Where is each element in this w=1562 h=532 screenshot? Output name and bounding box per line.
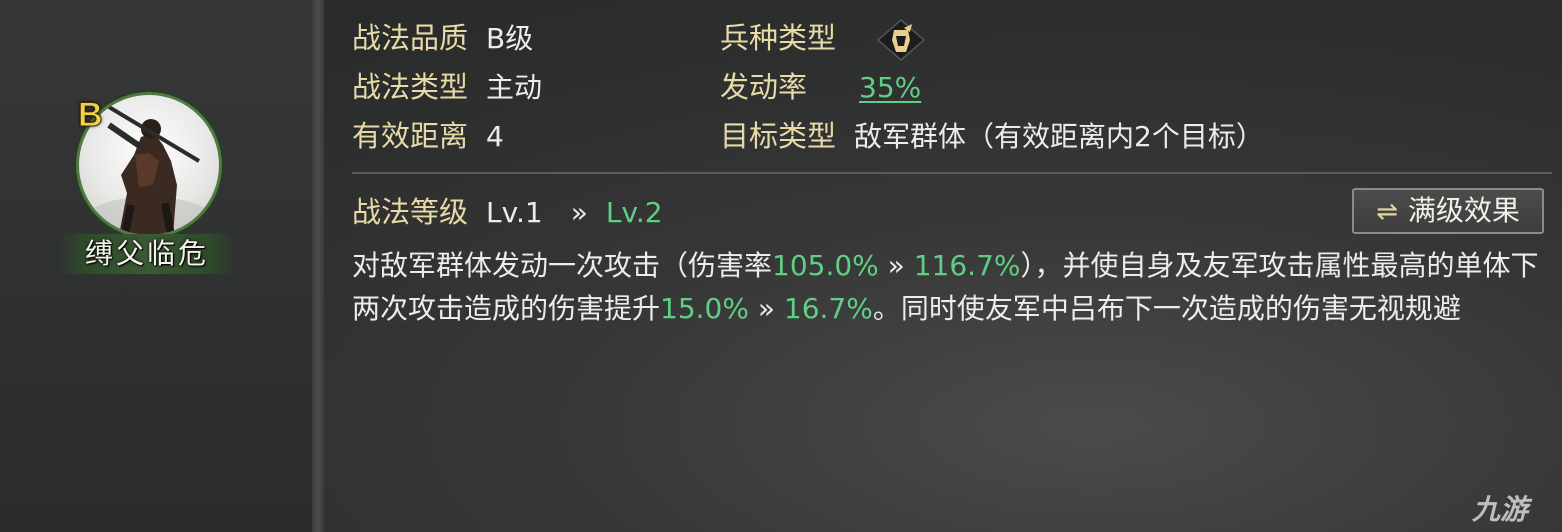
quality-label: 战法品质 bbox=[352, 21, 469, 55]
swap-icon: ⇌ bbox=[1376, 197, 1398, 227]
max-level-effect-label: 满级效果 bbox=[1407, 194, 1520, 227]
damage-rate-from: 105.0% bbox=[772, 249, 879, 282]
level-current: Lv.1 bbox=[486, 196, 543, 229]
panel-divider bbox=[312, 0, 324, 532]
boost-from: 15.0% bbox=[660, 292, 749, 325]
level-label: 战法等级 bbox=[352, 195, 469, 229]
type-row: 战法类型 主动 bbox=[352, 67, 542, 107]
skill-detail-screen: B 缚父临危 战法品质 B级 战法类型 主动 有效距离 4 兵种类型 发动率 35% bbox=[0, 0, 1562, 532]
range-value: 4 bbox=[486, 120, 504, 153]
skill-info-panel: 战法品质 B级 战法类型 主动 有效距离 4 兵种类型 发动率 35% 目标类型 敌军群体… bbox=[352, 0, 1552, 532]
troop-label: 兵种类型 bbox=[720, 21, 837, 55]
quality-row: 战法品质 B级 bbox=[352, 18, 533, 58]
desc-arrow-1: » bbox=[878, 249, 914, 282]
grade-badge: B bbox=[78, 96, 104, 135]
type-value: 主动 bbox=[486, 71, 543, 104]
desc-part-1: 对敌军群体发动一次攻击（伤害率 bbox=[352, 249, 773, 282]
rate-label: 发动率 bbox=[720, 70, 808, 104]
target-value: 敌军群体（有效距离内2个目标） bbox=[854, 120, 1264, 153]
level-row: 战法等级 Lv.1 » Lv.2 bbox=[352, 192, 663, 232]
boost-to: 16.7% bbox=[783, 292, 873, 325]
range-row: 有效距离 4 bbox=[352, 116, 504, 156]
quality-value: B级 bbox=[486, 22, 534, 55]
cavalry-helmet-icon[interactable] bbox=[874, 18, 928, 62]
desc-part-3: 。同时使友军中吕布下一次造成的伤害无视规避 bbox=[872, 292, 1461, 325]
damage-rate-to: 116.7% bbox=[913, 249, 1021, 282]
skill-description: 对敌军群体发动一次攻击（伤害率105.0% » 116.7%），并使自身及友军攻… bbox=[352, 244, 1542, 330]
rate-row: 发动率 35% bbox=[720, 67, 921, 107]
range-label: 有效距离 bbox=[352, 119, 469, 153]
rate-value[interactable]: 35% bbox=[859, 71, 921, 104]
level-arrow: » bbox=[570, 196, 588, 229]
target-row: 目标类型 敌军群体（有效距离内2个目标） bbox=[720, 116, 1264, 156]
skill-name: 缚父临危 bbox=[84, 237, 209, 270]
target-label: 目标类型 bbox=[720, 119, 837, 153]
site-watermark: 九游 bbox=[1472, 493, 1529, 526]
desc-arrow-2: » bbox=[748, 292, 784, 325]
section-divider bbox=[352, 172, 1552, 174]
type-label: 战法类型 bbox=[352, 70, 469, 104]
skill-name-plate: 缚父临危 bbox=[58, 234, 236, 274]
troop-row: 兵种类型 bbox=[720, 18, 836, 58]
level-next: Lv.2 bbox=[605, 196, 663, 229]
max-level-effect-button[interactable]: ⇌ 满级效果 bbox=[1352, 188, 1544, 234]
